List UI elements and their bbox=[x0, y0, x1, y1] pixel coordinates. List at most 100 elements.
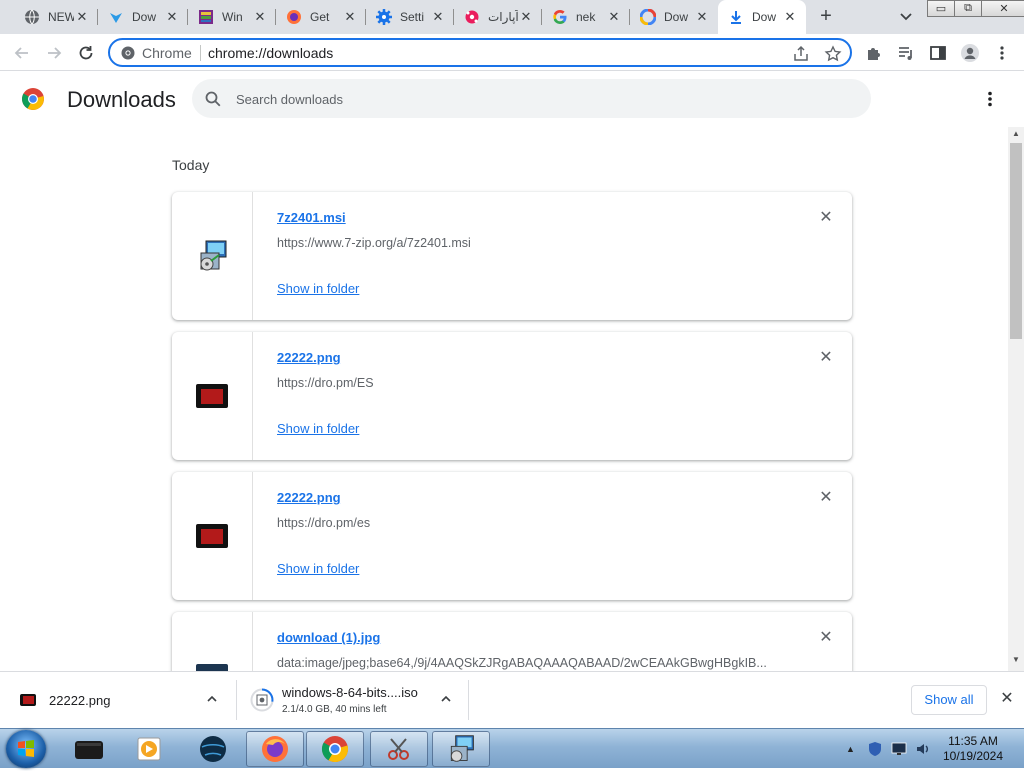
tab-close-icon[interactable]: ✕ bbox=[694, 9, 710, 25]
page-title: Downloads bbox=[67, 87, 176, 112]
tab-3[interactable]: Win ✕ bbox=[188, 0, 276, 34]
tab-close-icon[interactable]: ✕ bbox=[518, 9, 534, 25]
shelf-close-icon[interactable]: ✕ bbox=[997, 689, 1017, 709]
scroll-down-arrow-icon[interactable]: ▼ bbox=[1008, 655, 1024, 669]
show-in-folder-link[interactable]: Show in folder bbox=[277, 281, 359, 296]
firefox-icon bbox=[286, 9, 302, 25]
shelf-item-windows-iso[interactable]: windows-8-64-bits....iso 2.1/4.0 GB, 40 … bbox=[250, 672, 468, 728]
remove-download-close-icon[interactable]: ✕ bbox=[816, 348, 836, 368]
file-name-link[interactable]: 22222.png bbox=[277, 350, 341, 365]
close-window-button[interactable]: ✕ bbox=[981, 0, 1024, 17]
omnibox-scheme-label: Chrome bbox=[142, 45, 192, 61]
remove-download-close-icon[interactable]: ✕ bbox=[816, 488, 836, 508]
file-source-url[interactable]: https://www.7-zip.org/a/7z2401.msi bbox=[277, 236, 787, 250]
chevron-up-icon[interactable] bbox=[204, 692, 220, 708]
tab-2[interactable]: Dow ✕ bbox=[98, 0, 188, 34]
back-button[interactable] bbox=[8, 39, 36, 67]
new-tab-button[interactable]: + bbox=[814, 5, 838, 29]
browser-menu-icon[interactable] bbox=[991, 42, 1013, 64]
dark-globe-icon bbox=[200, 736, 226, 762]
tab-title: آپارات bbox=[488, 10, 518, 24]
security-shield-icon[interactable] bbox=[867, 741, 883, 757]
tab-strip: NEW ✕ Dow ✕ Win ✕ Get ✕ Setti ✕ آپارات ✕… bbox=[0, 0, 1024, 34]
browser-toolbar: Chrome chrome://downloads bbox=[0, 34, 1024, 71]
show-in-folder-link[interactable]: Show in folder bbox=[277, 561, 359, 576]
shelf-item-22222[interactable]: 22222.png bbox=[20, 672, 236, 728]
taskbar-chrome[interactable] bbox=[306, 731, 364, 767]
share-icon[interactable] bbox=[792, 45, 810, 63]
red-image-icon bbox=[196, 524, 228, 548]
file-name-link[interactable]: 22222.png bbox=[277, 490, 341, 505]
maximize-button[interactable]: ⧉ bbox=[954, 0, 982, 17]
tab-8[interactable]: Dow ✕ bbox=[630, 0, 718, 34]
start-button[interactable] bbox=[6, 730, 46, 768]
file-source-url[interactable]: data:image/jpeg;base64,/9j/4AAQSkZJRgABA… bbox=[277, 656, 787, 670]
tab-close-icon[interactable]: ✕ bbox=[164, 9, 180, 25]
omnibox-url[interactable]: chrome://downloads bbox=[208, 45, 333, 61]
media-app-icon bbox=[75, 741, 103, 759]
media-queue-icon[interactable] bbox=[895, 42, 917, 64]
remove-download-close-icon[interactable]: ✕ bbox=[816, 628, 836, 648]
tab-downloads-active[interactable]: Dow ✕ bbox=[718, 0, 806, 34]
minimize-button[interactable]: ▭ bbox=[927, 0, 955, 17]
taskbar-installer[interactable] bbox=[432, 731, 490, 767]
tab-close-icon[interactable]: ✕ bbox=[606, 9, 622, 25]
download-card: 22222.png https://dro.pm/ES Show in fold… bbox=[172, 332, 852, 460]
taskbar-media-app[interactable] bbox=[60, 731, 118, 767]
tab-7[interactable]: nek ✕ bbox=[542, 0, 630, 34]
omnibox-divider bbox=[200, 45, 201, 61]
scroll-up-arrow-icon[interactable]: ▲ bbox=[1008, 129, 1024, 143]
windows-taskbar: ▲ 11:35 AM 10/19/2024 bbox=[0, 728, 1024, 768]
file-source-url[interactable]: https://dro.pm/ES bbox=[277, 376, 787, 390]
taskbar-firefox[interactable] bbox=[246, 731, 304, 767]
tab-5[interactable]: Setti ✕ bbox=[366, 0, 454, 34]
winrar-icon bbox=[198, 9, 214, 25]
file-icon-cell bbox=[172, 612, 253, 671]
file-name-link[interactable]: 7z2401.msi bbox=[277, 210, 346, 225]
tab-close-icon[interactable]: ✕ bbox=[782, 9, 798, 25]
page-scrollbar[interactable]: ▲ ▼ bbox=[1008, 127, 1024, 671]
vlc-like-player-icon bbox=[137, 737, 161, 761]
taskbar-snipping-tool[interactable] bbox=[370, 731, 428, 767]
downloads-more-menu-icon[interactable] bbox=[978, 89, 1002, 113]
taskbar-player-app[interactable] bbox=[120, 731, 178, 767]
tab-6[interactable]: آپارات ✕ bbox=[454, 0, 542, 34]
file-name-link[interactable]: download (1).jpg bbox=[277, 630, 380, 645]
extensions-puzzle-icon[interactable] bbox=[863, 42, 885, 64]
forward-button[interactable] bbox=[40, 39, 68, 67]
red-image-icon bbox=[20, 694, 36, 706]
network-monitor-icon[interactable] bbox=[891, 742, 907, 756]
taskbar-clock[interactable]: 11:35 AM 10/19/2024 bbox=[928, 734, 1018, 764]
show-in-folder-link[interactable]: Show in folder bbox=[277, 421, 359, 436]
reload-icon bbox=[79, 46, 93, 60]
file-icon-cell bbox=[172, 192, 253, 320]
scrollbar-thumb[interactable] bbox=[1010, 143, 1022, 339]
chevron-up-icon[interactable] bbox=[438, 692, 454, 708]
file-source-url[interactable]: https://dro.pm/es bbox=[277, 516, 787, 530]
tab-search-chevron-icon[interactable] bbox=[896, 6, 916, 26]
image-icon bbox=[196, 664, 228, 671]
address-bar[interactable]: Chrome chrome://downloads bbox=[108, 38, 852, 67]
search-downloads-box[interactable] bbox=[192, 79, 871, 118]
taskbar-globe-app[interactable] bbox=[184, 731, 242, 767]
chrome-icon bbox=[321, 736, 348, 763]
tab-close-icon[interactable]: ✕ bbox=[430, 9, 446, 25]
tab-close-icon[interactable]: ✕ bbox=[74, 9, 90, 25]
bookmark-star-icon[interactable] bbox=[824, 45, 842, 63]
tab-1[interactable]: NEW ✕ bbox=[14, 0, 98, 34]
download-card: 22222.png https://dro.pm/es Show in fold… bbox=[172, 472, 852, 600]
tab-4[interactable]: Get ✕ bbox=[276, 0, 366, 34]
remove-download-close-icon[interactable]: ✕ bbox=[816, 208, 836, 228]
reload-button[interactable] bbox=[72, 39, 100, 67]
side-panel-icon[interactable] bbox=[927, 42, 949, 64]
show-all-button[interactable]: Show all bbox=[911, 685, 987, 715]
download-site-icon bbox=[108, 9, 124, 25]
chrome-logo-icon bbox=[22, 88, 44, 110]
tab-close-icon[interactable]: ✕ bbox=[252, 9, 268, 25]
search-downloads-input[interactable] bbox=[236, 88, 836, 110]
google-icon bbox=[552, 9, 568, 25]
profile-avatar-icon[interactable] bbox=[959, 42, 981, 64]
tab-close-icon[interactable]: ✕ bbox=[342, 9, 358, 25]
downloads-header: Downloads bbox=[0, 72, 1024, 127]
show-hidden-icons-chevron-icon[interactable]: ▲ bbox=[846, 744, 855, 754]
